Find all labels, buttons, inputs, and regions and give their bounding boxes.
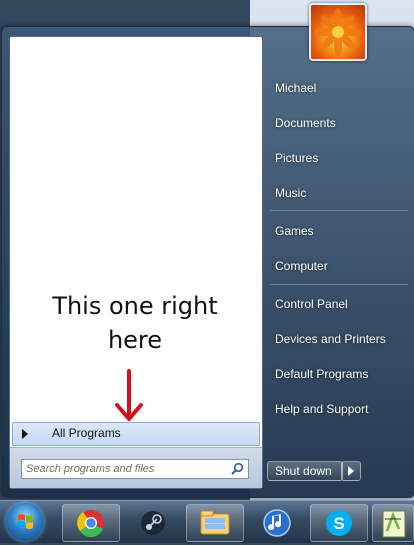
taskbar-skype-button[interactable]: S: [310, 504, 368, 542]
menu-item-computer[interactable]: Computer: [275, 259, 328, 273]
windows-logo-icon: [18, 514, 33, 529]
menu-item-control-panel[interactable]: Control Panel: [275, 297, 348, 311]
notepad-plus-plus-icon: [382, 510, 406, 538]
annotation-text: This one right here: [10, 289, 260, 357]
programs-pane: This one right here All Programs: [9, 36, 263, 489]
menu-item-user[interactable]: Michael: [275, 81, 316, 95]
itunes-icon: [263, 509, 291, 537]
start-orb-button[interactable]: [6, 503, 44, 541]
taskbar-itunes-button[interactable]: [248, 504, 306, 542]
steam-icon: [141, 511, 165, 535]
menu-item-devices-and-printers[interactable]: Devices and Printers: [275, 332, 386, 346]
search-area: [10, 447, 262, 488]
taskbar-notepadpp-button[interactable]: [372, 504, 414, 542]
search-input[interactable]: [26, 461, 216, 476]
start-menu: This one right here All Programs Search …: [1, 3, 414, 498]
taskbar-explorer-button[interactable]: [186, 504, 244, 542]
svg-text:S: S: [333, 514, 344, 533]
shutdown-label: Shut down: [275, 464, 332, 478]
annotation-line-1: This one right: [52, 292, 218, 320]
all-programs-button[interactable]: All Programs: [12, 422, 260, 446]
flower-icon: [314, 8, 362, 56]
menu-item-help-and-support[interactable]: Help and Support: [275, 402, 368, 416]
menu-item-music[interactable]: Music: [275, 186, 306, 200]
all-programs-label: All Programs: [52, 426, 121, 440]
annotation-arrow-icon: [115, 369, 143, 421]
chrome-icon: [77, 510, 104, 538]
shutdown-button[interactable]: Shut down: [267, 461, 343, 481]
taskbar: S: [0, 500, 414, 543]
menu-item-pictures[interactable]: Pictures: [275, 151, 318, 165]
annotation-line-2: here: [107, 326, 163, 354]
windows-explorer-icon: [200, 510, 230, 535]
user-avatar[interactable]: [309, 3, 367, 61]
shutdown-options-button[interactable]: [341, 461, 361, 481]
menu-item-default-programs[interactable]: Default Programs: [275, 367, 368, 381]
menu-divider: [270, 284, 408, 285]
search-icon[interactable]: [231, 462, 244, 475]
menu-divider: [270, 210, 408, 211]
expand-arrow-icon: [22, 429, 28, 439]
menu-item-games[interactable]: Games: [275, 224, 314, 238]
taskbar-steam-button[interactable]: [124, 504, 182, 542]
skype-icon: S: [326, 510, 352, 536]
taskbar-chrome-button[interactable]: [62, 504, 120, 542]
search-box[interactable]: [21, 459, 249, 479]
menu-item-documents[interactable]: Documents: [275, 116, 336, 130]
